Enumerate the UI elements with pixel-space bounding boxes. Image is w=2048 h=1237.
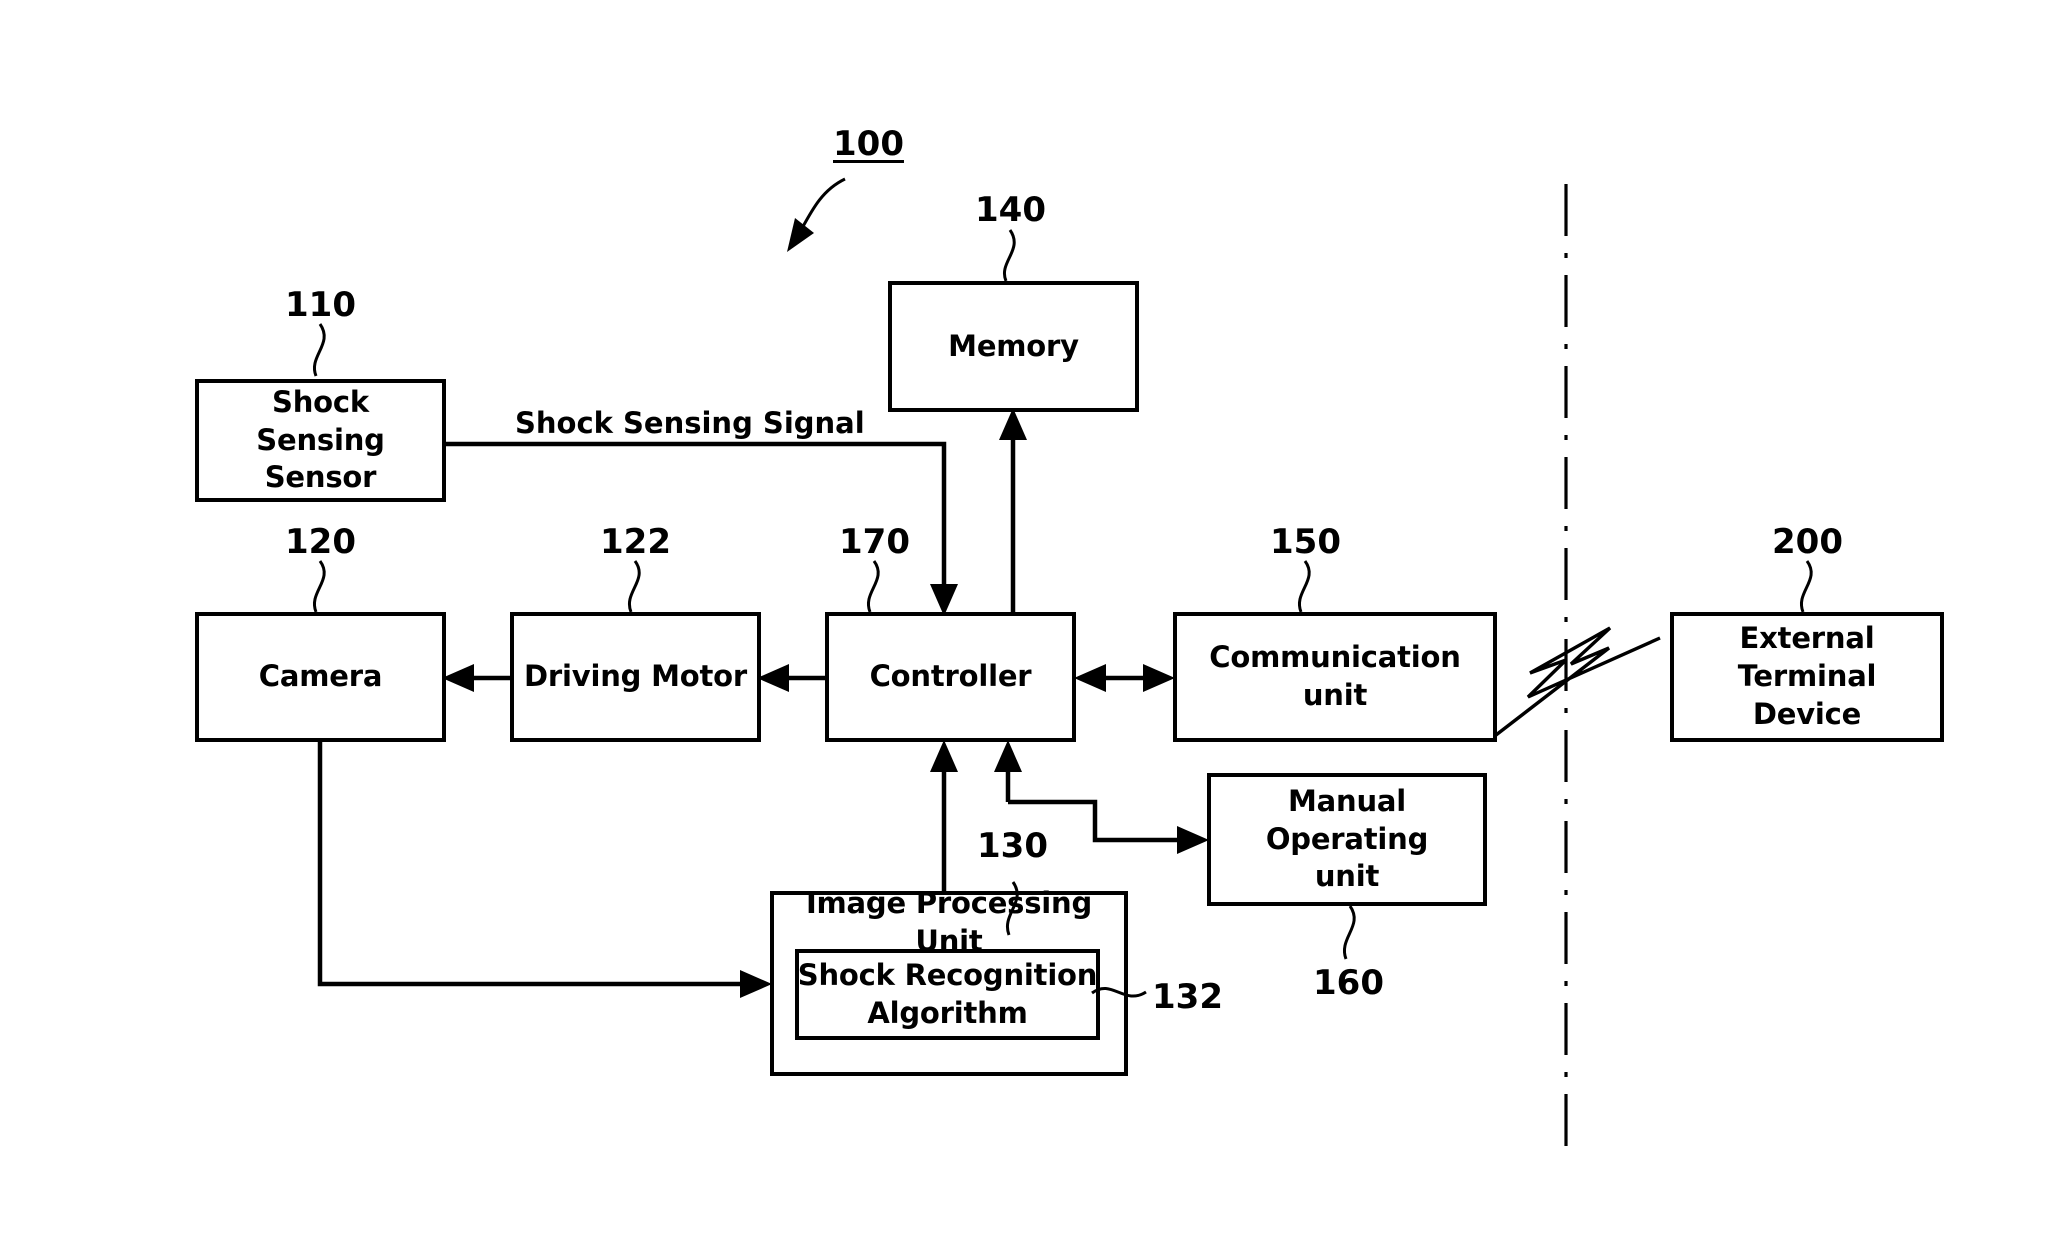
diagram-vector-layer [195,177,1944,1156]
driving-motor-box[interactable] [510,612,761,742]
system-pointer-arrow-curve [798,177,846,233]
arrowhead-communication-to-controller [1074,664,1106,692]
ref-numeral-130: 130 [977,826,1048,866]
system-pointer-arrowhead [787,218,814,252]
manual-operating-unit-box[interactable] [1207,773,1487,906]
shock-recognition-algorithm-box[interactable] [795,949,1100,1040]
leader-122 [627,560,641,613]
figure-canvas: Shock Sensing Sensor Camera Driving Moto… [0,0,2048,1237]
arrowhead-image-processing-to-controller [930,740,958,772]
memory-box[interactable] [888,281,1139,412]
external-terminal-device-box[interactable] [1670,612,1944,742]
ref-numeral-120: 120 [285,522,356,562]
controller-box[interactable] [825,612,1076,742]
ref-numeral-100: 100 [833,124,904,164]
arrowhead-controller-to-driving-motor [757,664,789,692]
ref-numeral-122: 122 [600,522,671,562]
ref-numeral-110: 110 [285,285,356,325]
leader-170 [866,560,880,613]
ref-numeral-200: 200 [1772,522,1843,562]
wireless-link-lightning-icon [1494,626,1661,737]
ref-numeral-132: 132 [1152,977,1223,1017]
ref-numeral-160: 160 [1313,963,1384,1003]
arrowhead-controller-to-manual-operating [1177,826,1209,854]
arrowhead-driving-motor-to-camera [442,664,474,692]
leader-120 [312,560,326,613]
leader-160 [1342,905,1356,960]
arrowhead-sensor-to-controller [930,584,958,616]
arrowhead-manual-operating-to-controller [994,740,1022,772]
connector-camera-to-image-processing [317,740,754,987]
connector-sensor-to-controller [444,441,947,598]
communication-unit-box[interactable] [1173,612,1497,742]
shock-sensing-sensor-box[interactable] [195,379,446,502]
arrowhead-controller-to-communication [1143,664,1175,692]
shock-sensing-signal-label: Shock Sensing Signal [515,406,865,440]
leader-150 [1297,560,1311,613]
ref-numeral-140: 140 [975,190,1046,230]
ref-numeral-150: 150 [1270,522,1341,562]
leader-140 [1002,229,1016,282]
leader-110 [312,323,326,377]
ref-numeral-170: 170 [839,522,910,562]
arrowhead-controller-to-memory [999,408,1027,440]
arrowhead-camera-to-image-processing [740,970,772,998]
leader-200 [1799,560,1813,613]
camera-box[interactable] [195,612,446,742]
